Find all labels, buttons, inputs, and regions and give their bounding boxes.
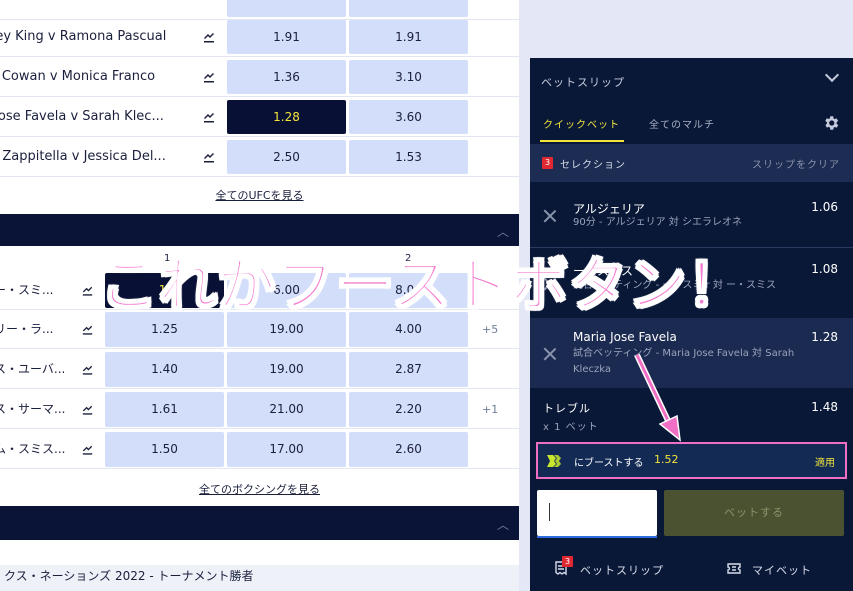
fight-name[interactable]: a Jose Favela v Sarah Klec... [0, 97, 164, 137]
annotation-text: これがブーストボタン！ [99, 250, 747, 320]
stats-icon[interactable] [201, 109, 217, 125]
see-all-boxing-link[interactable]: 全てのボクシングを見る [0, 481, 519, 497]
selection-label: セレクション [560, 160, 626, 171]
fight-name[interactable]: ー・スミ... [0, 271, 53, 310]
odds-button-1[interactable]: 1.40 [105, 352, 224, 387]
treble-summary: トレブル x 1 ベット 1.48 [530, 388, 853, 440]
fight-row[interactable]: a Jose Favela v Sarah Klec... 1.28 3.60 [0, 97, 519, 137]
betslip-title: ベットスリップ [541, 76, 625, 89]
pick-name: Maria Jose Favela [573, 330, 677, 344]
treble-odds: 1.48 [811, 400, 838, 414]
stats-icon[interactable] [80, 362, 95, 377]
stats-icon[interactable] [80, 322, 95, 337]
bet-pick: Maria Jose Favela 1.28 試合ベッティング - Maria … [530, 318, 853, 388]
stake-input-underline [537, 536, 657, 538]
text-caret [549, 503, 550, 521]
stats-icon[interactable] [80, 402, 95, 417]
more-markets-link[interactable]: +1 [482, 390, 498, 429]
boost-value: 1.52 [654, 453, 679, 466]
footer-betslip-link[interactable]: ベットスリップ [580, 562, 664, 578]
fight-row[interactable]: tney King v Ramona Pascual 1.91 1.91 [0, 17, 519, 57]
tab-all-multis[interactable]: 全てのマルチ [649, 116, 715, 131]
fight-name[interactable]: ス・ユーバ... [0, 350, 65, 389]
place-bet-button[interactable]: ベットする [664, 490, 844, 536]
next-section-header[interactable]: ︿ [0, 506, 519, 540]
odds-button-draw[interactable]: 17.00 [227, 432, 346, 467]
boxing-row[interactable]: ス・サーマ... 1.61 21.00 2.20 +1 [0, 390, 519, 429]
odds-button-1[interactable]: 2.50 [227, 140, 346, 174]
remove-pick-icon[interactable] [544, 210, 556, 222]
stats-icon[interactable] [80, 283, 95, 298]
active-tab-underline [540, 140, 624, 142]
pick-odds: 1.08 [811, 262, 838, 276]
outright-market-row[interactable]: クス・ネーションズ 2022 - トーナメント勝者 [0, 565, 519, 591]
fight-name[interactable]: リー・ラ... [0, 310, 53, 349]
pick-odds: 1.06 [811, 200, 838, 214]
fight-name[interactable]: ム・スミス... [0, 430, 65, 469]
stats-icon[interactable] [201, 69, 217, 85]
odds-button[interactable] [349, 0, 468, 17]
odds-button[interactable] [227, 0, 346, 17]
treble-label: トレブル [543, 402, 591, 415]
betslip-panel: ベットスリップ クイックベット 全てのマルチ 3 セレクション スリップをクリア… [530, 58, 853, 591]
pick-odds: 1.28 [811, 330, 838, 344]
selection-count-badge: 3 [542, 157, 553, 169]
odds-button-2[interactable]: 2.20 [349, 392, 468, 427]
boost-logo-icon [547, 455, 561, 467]
pick-description: 試合ベッティング - Maria Jose Favela 対 Sarah Kle… [573, 348, 795, 375]
screenshot: tney King v Ramona Pascual1.911.91ey Cow… [0, 0, 853, 591]
boost-button[interactable]: にブーストする 1.52 適用 [536, 442, 847, 479]
betslip-footer: 3 ベットスリップ マイベット [530, 550, 853, 591]
fight-row[interactable]: na Zappitella v Jessica Del... 2.50 1.53 [0, 137, 519, 177]
fight-name[interactable]: na Zappitella v Jessica Del... [0, 137, 166, 177]
stats-icon[interactable] [80, 442, 95, 457]
stake-input[interactable] [537, 490, 657, 536]
stats-icon[interactable] [201, 149, 217, 165]
stats-icon[interactable] [201, 29, 217, 45]
boost-apply-link[interactable]: 適用 [815, 454, 835, 469]
footer-mybets-link[interactable]: マイベット [752, 562, 812, 578]
ticket-icon[interactable] [726, 560, 742, 576]
chevron-down-icon[interactable] [824, 67, 840, 83]
betslip-tabs: クイックベット 全てのマルチ [530, 102, 853, 144]
boxing-row[interactable]: ス・ユーバ... 1.40 19.00 2.87 [0, 350, 519, 389]
odds-button-1[interactable]: 1.61 [105, 392, 224, 427]
odds-button-1[interactable]: 1.50 [105, 432, 224, 467]
chevron-up-icon[interactable]: ︿ [497, 516, 509, 533]
pick-description: 90分 - アルジェリア 対 シエラレオネ [573, 217, 742, 228]
odds-button-1[interactable]: 1.28 [227, 100, 346, 134]
treble-sub: x 1 ベット [543, 422, 599, 433]
boost-text: にブーストする [574, 458, 644, 469]
betslip-header[interactable]: ベットスリップ [530, 58, 853, 102]
tab-quick-bet[interactable]: クイックベット [543, 116, 620, 131]
clear-slip-link[interactable]: スリップをクリア [752, 156, 840, 171]
odds-button-2[interactable]: 3.10 [349, 60, 468, 94]
see-all-ufc-link[interactable]: 全てのUFCを見る [0, 187, 519, 203]
odds-button-2[interactable]: 2.60 [349, 432, 468, 467]
fight-name[interactable]: ey Cowan v Monica Franco [0, 57, 155, 97]
odds-button-draw[interactable]: 19.00 [227, 352, 346, 387]
odds-button-1[interactable]: 1.91 [227, 20, 346, 54]
odds-button-2[interactable]: 1.53 [349, 140, 468, 174]
odds-button-draw[interactable]: 21.00 [227, 392, 346, 427]
odds-button-2[interactable]: 1.91 [349, 20, 468, 54]
fight-row[interactable]: ey Cowan v Monica Franco 1.363.10 [0, 57, 519, 97]
fight-name[interactable]: tney King v Ramona Pascual [0, 17, 166, 57]
odds-button-2[interactable]: 3.60 [349, 100, 468, 134]
betslip-count-badge: 3 [562, 556, 573, 567]
boxing-row[interactable]: ム・スミス... 1.50 17.00 2.60 [0, 430, 519, 469]
fight-name[interactable]: ス・サーマ... [0, 390, 65, 429]
gear-icon[interactable] [822, 114, 840, 132]
selection-bar: 3 セレクション スリップをクリア [530, 144, 853, 182]
remove-pick-icon[interactable] [544, 348, 556, 360]
odds-button-1[interactable]: 1.36 [227, 60, 346, 94]
odds-button-2[interactable]: 2.87 [349, 352, 468, 387]
